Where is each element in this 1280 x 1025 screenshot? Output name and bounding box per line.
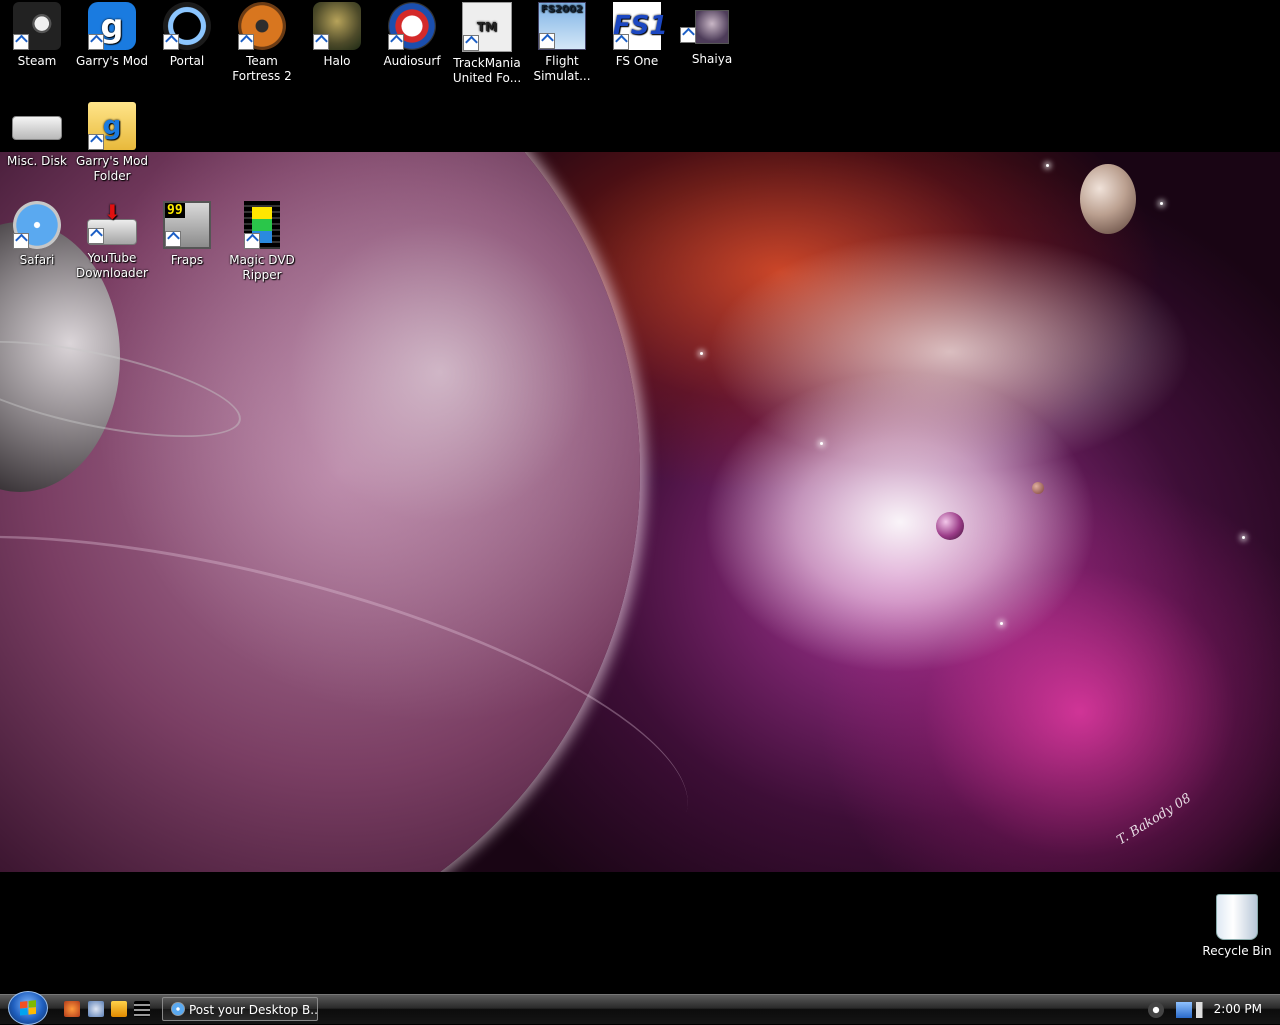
desktop-icon-label: Garry's Mod	[75, 54, 149, 68]
taskbar-window-label: Post your Desktop B...	[189, 1003, 318, 1017]
desktop-icon-audiosurf[interactable]: Audiosurf	[375, 0, 449, 69]
desktop-icon-label: Recycle Bin	[1202, 944, 1272, 958]
shortcut-arrow-icon	[539, 33, 555, 49]
desktop-icon-halo[interactable]: Halo	[300, 0, 374, 69]
shortcut-arrow-icon	[680, 27, 696, 43]
wallpaper-star	[1160, 202, 1163, 205]
fs-one-icon: FS1	[613, 2, 668, 50]
team-fortress-2-icon	[238, 2, 286, 50]
steam-icon	[13, 2, 61, 50]
wallpaper-moon	[1080, 164, 1136, 234]
shortcut-arrow-icon	[388, 34, 404, 50]
desktop-icon-team-fortress-2[interactable]: Team Fortress 2	[225, 0, 299, 84]
shortcut-arrow-icon	[165, 231, 181, 247]
desktop-icon-magic-dvd-ripper[interactable]: Magic DVD Ripper	[225, 199, 299, 283]
wallpaper-star	[1000, 622, 1003, 625]
desktop-icon-label: Flight Simulat...	[533, 54, 591, 83]
safari-icon	[13, 201, 61, 249]
wallpaper-signature: T. Bakody 08	[1114, 790, 1194, 849]
shortcut-arrow-icon	[163, 34, 179, 50]
safari-icon	[171, 1002, 185, 1016]
quick-launch-film-icon[interactable]	[134, 1001, 150, 1017]
desktop-icon-portal[interactable]: Portal	[150, 0, 224, 69]
desktop-icon-garrys-mod-folder[interactable]: g Garry's Mod Folder	[75, 100, 149, 184]
shortcut-arrow-icon	[463, 35, 479, 51]
desktop-icon-label: Shaiya	[691, 52, 733, 66]
portal-icon	[163, 2, 211, 50]
desktop-icon-label: YouTube Downloader	[76, 251, 148, 280]
clock[interactable]: 2:00 PM	[1214, 995, 1262, 1023]
desktop-icon-label: FS One	[615, 54, 659, 68]
desktop-icon-label: Team Fortress 2	[232, 54, 292, 83]
quick-launch-show-desktop-icon[interactable]	[88, 1001, 104, 1017]
shortcut-arrow-icon	[88, 34, 104, 50]
desktop-icon-misc-disk[interactable]: Misc. Disk	[0, 100, 74, 169]
fraps-icon: 99	[163, 201, 211, 249]
steam-tray-icon[interactable]	[1148, 1002, 1164, 1018]
desktop-icon-label: Portal	[169, 54, 205, 68]
wallpaper-tiny-planet	[1032, 482, 1044, 494]
desktop-icon-flight-simulator[interactable]: FS2002 Flight Simulat...	[525, 0, 599, 84]
quick-launch-media-player-icon[interactable]	[111, 1001, 127, 1017]
shaiya-icon	[680, 10, 729, 44]
shortcut-arrow-icon	[13, 34, 29, 50]
audiosurf-icon	[388, 2, 436, 50]
desktop-icon-label: TrackMania United Fo...	[452, 56, 522, 85]
desktop-icon-label: Magic DVD Ripper	[229, 253, 295, 282]
wallpaper-star	[700, 352, 703, 355]
halo-icon	[313, 2, 361, 50]
film-strip-icon	[244, 201, 280, 249]
download-arrow-icon: ⬇	[104, 200, 121, 224]
wallpaper-star	[1046, 164, 1049, 167]
folder-icon: g	[88, 102, 136, 150]
desktop-icon-shaiya[interactable]: Shaiya	[675, 0, 749, 67]
folder-glyph: g	[102, 111, 122, 141]
desktop-icon-label: Fraps	[170, 253, 204, 267]
shortcut-arrow-icon	[88, 228, 104, 244]
shortcut-arrow-icon	[88, 134, 104, 150]
youtube-downloader-icon: ⬇	[87, 202, 137, 245]
shortcut-arrow-icon	[238, 34, 254, 50]
taskbar: Post your Desktop B... 2:00 PM	[0, 991, 1280, 1025]
desktop-icon-label: Audiosurf	[383, 54, 441, 68]
wallpaper-star	[1242, 536, 1245, 539]
desktop-icon-garrys-mod[interactable]: g Garry's Mod	[75, 0, 149, 69]
quick-launch-app-icon[interactable]	[64, 1001, 80, 1017]
network-tray-icon[interactable]	[1176, 1002, 1192, 1018]
shortcut-arrow-icon	[613, 34, 629, 50]
desktop-icon-label: Garry's Mod Folder	[75, 154, 149, 183]
desktop: T. Bakody 08 Steam g Garry's Mod Portal …	[0, 0, 1280, 994]
desktop-icon-fs-one[interactable]: FS1 FS One	[600, 0, 674, 69]
flight-simulator-icon: FS2002	[538, 2, 586, 50]
start-button[interactable]	[8, 991, 48, 1025]
shortcut-arrow-icon	[244, 233, 260, 249]
desktop-icon-youtube-downloader[interactable]: ⬇ YouTube Downloader	[75, 199, 149, 281]
recycle-bin-icon	[1216, 894, 1258, 940]
desktop-icon-safari[interactable]: Safari	[0, 199, 74, 268]
wallpaper-tiny-planet	[936, 512, 964, 540]
volume-tray-icon[interactable]	[1196, 1002, 1212, 1018]
desktop-icon-recycle-bin[interactable]: Recycle Bin	[1200, 890, 1274, 959]
hard-disk-icon	[12, 116, 62, 140]
desktop-icon-trackmania[interactable]: TM TrackMania United Fo...	[450, 0, 524, 86]
desktop-icon-label: Steam	[17, 54, 57, 68]
fs2002-glyph: FS2002	[541, 4, 583, 15]
desktop-icon-steam[interactable]: Steam	[0, 0, 74, 69]
trackmania-icon: TM	[462, 2, 512, 52]
desktop-icon-label: Safari	[19, 253, 55, 267]
desktop-icon-label: Misc. Disk	[7, 154, 67, 168]
wallpaper-star	[820, 442, 823, 445]
shortcut-arrow-icon	[13, 233, 29, 249]
garrys-mod-icon: g	[88, 2, 136, 50]
desktop-icon-fraps[interactable]: 99 Fraps	[150, 199, 224, 268]
fraps-fps-glyph: 99	[165, 203, 185, 218]
shortcut-arrow-icon	[313, 34, 329, 50]
desktop-icon-label: Halo	[323, 54, 351, 68]
trackmania-glyph: TM	[476, 20, 498, 34]
taskbar-window-button[interactable]: Post your Desktop B...	[162, 997, 318, 1021]
